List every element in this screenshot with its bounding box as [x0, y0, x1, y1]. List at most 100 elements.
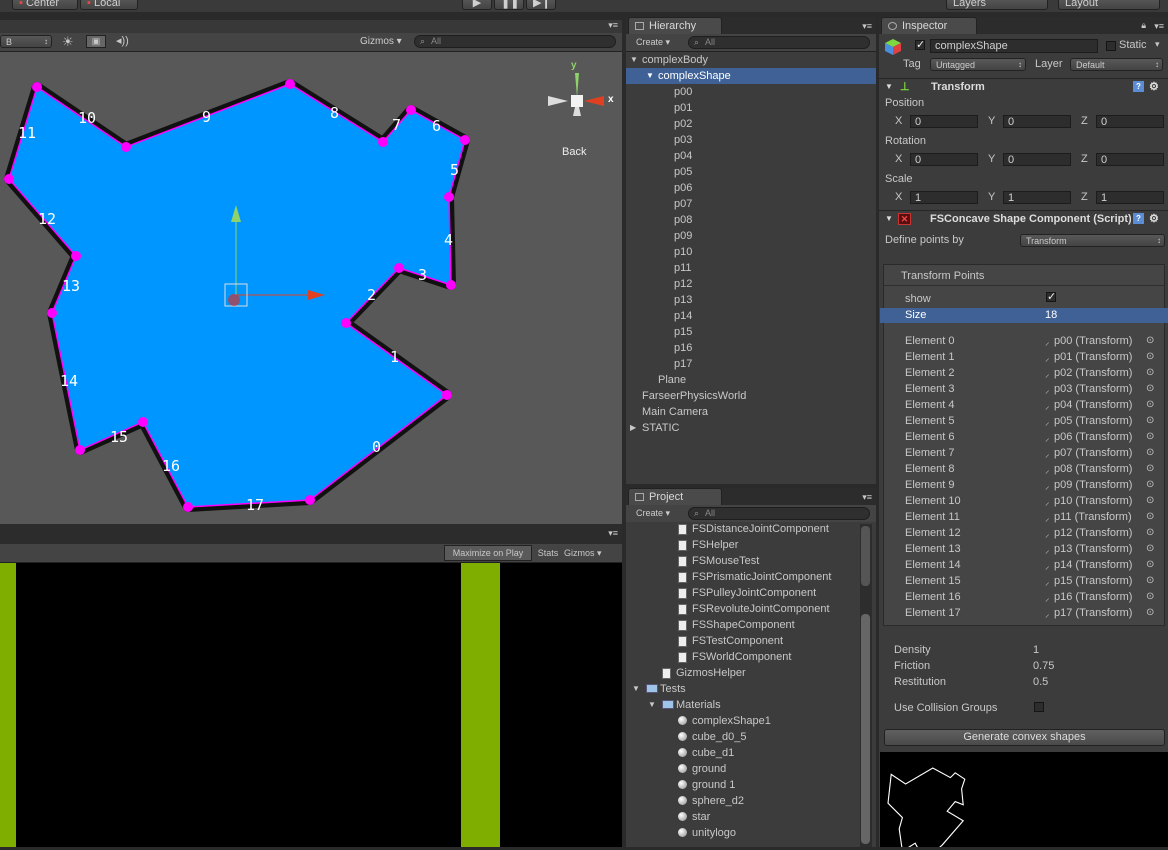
object-picker-icon[interactable]: ⊙ [1146, 527, 1154, 538]
active-checkbox[interactable] [915, 38, 925, 51]
vertex-handle[interactable] [32, 82, 42, 92]
element-value[interactable]: p00 (Transform) [1054, 335, 1132, 347]
vertex-handle[interactable] [71, 251, 81, 261]
expand-arrow-icon[interactable]: ▼ [632, 681, 640, 697]
lighting-toggle-icon[interactable]: ☀ [62, 34, 74, 50]
collapse-arrow-icon[interactable]: ▼ [885, 211, 893, 227]
element-value[interactable]: p17 (Transform) [1054, 607, 1132, 619]
object-picker-icon[interactable]: ⊙ [1146, 607, 1154, 618]
orientation-gizmo[interactable]: y x Back [546, 60, 616, 170]
hierarchy-item[interactable]: p06 [626, 180, 876, 196]
collapse-arrow-icon[interactable]: ▶ [630, 420, 636, 436]
hierarchy-item[interactable]: p15 [626, 324, 876, 340]
panel-menu-icon[interactable]: ▾≡ [1154, 21, 1164, 32]
hierarchy-create-button[interactable]: Create ▾ [632, 35, 674, 49]
size-row[interactable]: Size 18 [880, 308, 1168, 323]
hierarchy-item[interactable]: p16 [626, 340, 876, 356]
vertex-handle[interactable] [394, 263, 404, 273]
vertex-handle[interactable] [121, 142, 131, 152]
play-button[interactable]: ▶ [462, 0, 492, 10]
density-value[interactable]: 1 [1033, 644, 1039, 656]
step-button[interactable]: ▶❙ [526, 0, 556, 10]
project-create-button[interactable]: Create ▾ [632, 506, 674, 520]
hierarchy-item[interactable]: Main Camera [626, 404, 876, 420]
vertex-handle[interactable] [75, 445, 85, 455]
hierarchy-item[interactable]: p10 [626, 244, 876, 260]
vertex-handle[interactable] [378, 137, 388, 147]
project-search-input[interactable]: All [688, 507, 870, 520]
define-points-dropdown[interactable]: Transform [1020, 234, 1165, 247]
project-item[interactable]: cube_d1 [626, 745, 858, 761]
object-picker-icon[interactable]: ⊙ [1146, 479, 1154, 490]
hierarchy-item[interactable]: p05 [626, 164, 876, 180]
size-value[interactable]: 18 [1045, 309, 1057, 321]
project-item[interactable]: ▼ Materials [626, 697, 858, 713]
y-axis-label[interactable]: Y [988, 115, 995, 127]
element-value[interactable]: p15 (Transform) [1054, 575, 1132, 587]
maximize-on-play-toggle[interactable]: Maximize on Play [444, 545, 532, 561]
object-picker-icon[interactable]: ⊙ [1146, 495, 1154, 506]
vertex-handle[interactable] [341, 318, 351, 328]
project-item[interactable]: FSRevoluteJointComponent [626, 601, 858, 617]
project-item[interactable]: star [626, 809, 858, 825]
tab-hierarchy[interactable]: Hierarchy [628, 17, 722, 34]
vertex-handle[interactable] [446, 280, 456, 290]
vertex-handle[interactable] [138, 417, 148, 427]
scale-z-field[interactable]: 1 [1096, 191, 1164, 204]
object-name-field[interactable]: complexShape [930, 39, 1098, 53]
z-axis-label[interactable]: Z [1081, 191, 1088, 203]
element-value[interactable]: p01 (Transform) [1054, 351, 1132, 363]
project-item[interactable]: cube_d0_5 [626, 729, 858, 745]
element-value[interactable]: p13 (Transform) [1054, 543, 1132, 555]
vertex-handle[interactable] [183, 502, 193, 512]
scene-search-input[interactable]: All [414, 35, 616, 48]
shading-mode-dropdown[interactable]: B [0, 35, 52, 48]
expand-arrow-icon[interactable]: ▼ [630, 52, 638, 68]
vertex-handle[interactable] [460, 135, 470, 145]
gear-icon[interactable]: ⚙ [1149, 211, 1159, 227]
vertex-handle[interactable] [285, 79, 295, 89]
vertex-handle[interactable] [47, 308, 57, 318]
space-local-button[interactable]: ▪ Local [80, 0, 138, 10]
lock-icon[interactable]: 🔒︎ [1141, 20, 1146, 31]
vertex-handle[interactable] [444, 192, 454, 202]
element-value[interactable]: p14 (Transform) [1054, 559, 1132, 571]
help-icon[interactable]: ? [1133, 213, 1144, 224]
hierarchy-item[interactable]: Plane [626, 372, 876, 388]
expand-arrow-icon[interactable]: ▼ [646, 68, 654, 84]
project-item[interactable]: FSHelper [626, 537, 858, 553]
scale-x-field[interactable]: 1 [910, 191, 978, 204]
object-picker-icon[interactable]: ⊙ [1146, 335, 1154, 346]
hierarchy-item[interactable]: ▼ complexShape [626, 68, 876, 84]
hierarchy-item[interactable]: p07 [626, 196, 876, 212]
rotation-y-field[interactable]: 0 [1003, 153, 1071, 166]
project-item[interactable]: ground 1 [626, 777, 858, 793]
vertex-handle[interactable] [305, 495, 315, 505]
object-picker-icon[interactable]: ⊙ [1146, 511, 1154, 522]
element-value[interactable]: p06 (Transform) [1054, 431, 1132, 443]
object-picker-icon[interactable]: ⊙ [1146, 351, 1154, 362]
hierarchy-item[interactable]: ▼ complexBody [626, 52, 876, 68]
object-picker-icon[interactable]: ⊙ [1146, 431, 1154, 442]
hierarchy-item[interactable]: p17 [626, 356, 876, 372]
concave-component-header[interactable]: ▼ ✕ FSConcave Shape Component (Script) ?… [879, 210, 1168, 227]
element-value[interactable]: p10 (Transform) [1054, 495, 1132, 507]
project-item[interactable]: FSShapeComponent [626, 617, 858, 633]
hierarchy-item[interactable]: p08 [626, 212, 876, 228]
hierarchy-item[interactable]: ▶ STATIC [626, 420, 876, 436]
static-checkbox[interactable] [1106, 41, 1116, 51]
object-picker-icon[interactable]: ⊙ [1146, 463, 1154, 474]
project-item[interactable]: ▼ Tests [626, 681, 858, 697]
panel-menu-icon[interactable]: ▾≡ [862, 21, 872, 32]
hierarchy-item[interactable]: p09 [626, 228, 876, 244]
hierarchy-search-input[interactable]: All [688, 36, 870, 49]
z-axis-label[interactable]: Z [1081, 153, 1088, 165]
element-value[interactable]: p04 (Transform) [1054, 399, 1132, 411]
generate-convex-shapes-button[interactable]: Generate convex shapes [884, 729, 1165, 746]
project-item[interactable]: FSPrismaticJointComponent [626, 569, 858, 585]
object-picker-icon[interactable]: ⊙ [1146, 575, 1154, 586]
object-picker-icon[interactable]: ⊙ [1146, 543, 1154, 554]
x-axis-label[interactable]: X [895, 115, 902, 127]
transform-header[interactable]: ▼ ⊥ Transform ? ⚙ [879, 78, 1168, 95]
project-item[interactable]: FSWorldComponent [626, 649, 858, 665]
